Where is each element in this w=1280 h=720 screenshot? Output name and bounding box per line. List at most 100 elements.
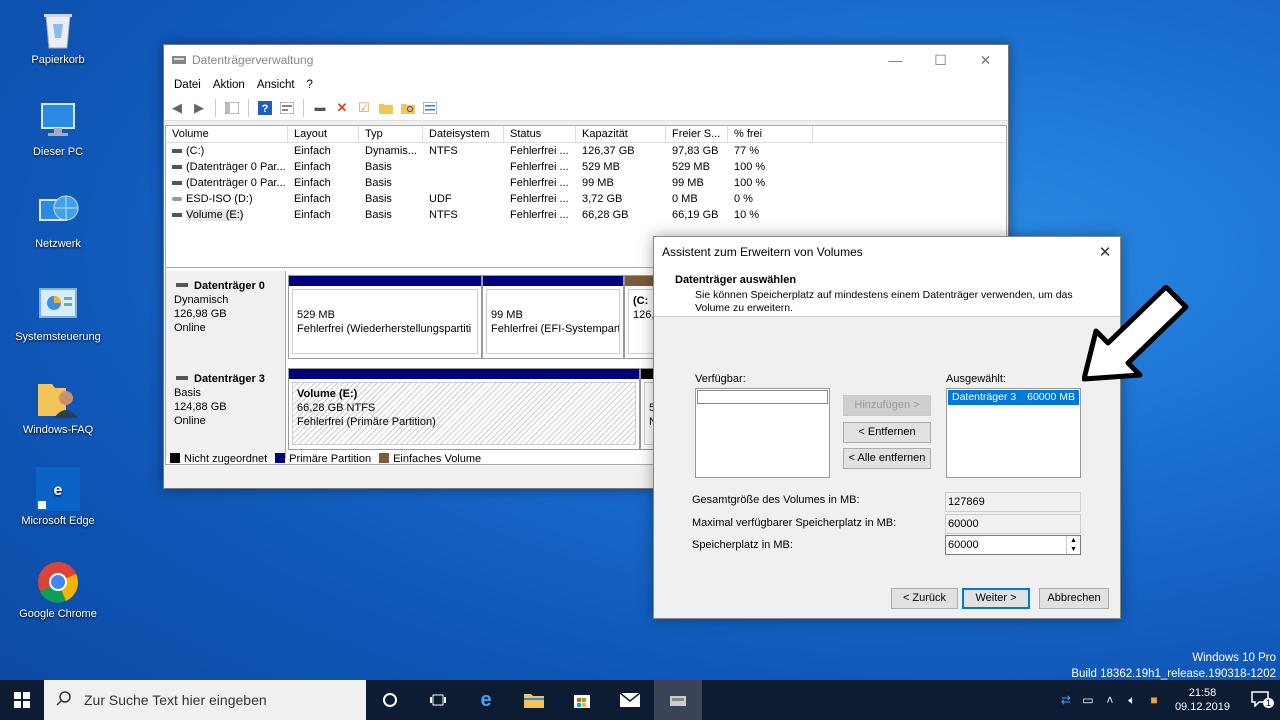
minimize-icon[interactable]: —: [873, 45, 918, 75]
cell-free-space: 529 MB: [672, 161, 710, 173]
file-explorer-icon[interactable]: [510, 680, 558, 720]
desktop-icon-windows-faq[interactable]: Windows-FAQ: [8, 376, 108, 437]
cell-percent-free: 10 %: [734, 209, 760, 221]
menu-datei[interactable]: Datei: [168, 79, 207, 91]
available-label: Verfügbar:: [695, 373, 746, 385]
back-button[interactable]: < Zurück: [891, 588, 958, 609]
dialog-title: Assistent zum Erweitern von Volumes: [662, 245, 863, 259]
column-header-status[interactable]: Status: [504, 126, 576, 142]
help-icon[interactable]: ?: [256, 99, 274, 117]
check-icon[interactable]: ☑: [355, 99, 373, 117]
table-row[interactable]: (C:) Einfach Dynamis... NTFS Fehlerfrei …: [166, 143, 1006, 159]
column-header-free-space[interactable]: Freier S...: [666, 126, 728, 142]
delete-icon[interactable]: ✕: [333, 99, 351, 117]
menu-help[interactable]: ?: [301, 79, 319, 91]
space-input[interactable]: 60000: [948, 539, 979, 551]
column-header-volume[interactable]: Volume: [166, 126, 288, 142]
available-list-item-focus[interactable]: [697, 390, 828, 404]
desktop-icon-this-pc[interactable]: Dieser PC: [8, 98, 108, 159]
partition-block[interactable]: 99 MB Fehlerfrei (EFI-Systempart: [482, 275, 624, 359]
space-spinner[interactable]: 60000 ▲ ▼: [945, 535, 1081, 555]
desktop-icon-label: Microsoft Edge: [21, 515, 95, 527]
column-header-capacity[interactable]: Kapazität: [576, 126, 666, 142]
desktop-icon-chrome[interactable]: Google Chrome: [8, 560, 108, 621]
teamviewer-icon[interactable]: ⇄: [1055, 693, 1077, 707]
column-header-layout[interactable]: Layout: [288, 126, 359, 142]
partition-block[interactable]: Volume (E:) 66,28 GB NTFS Fehlerfrei (Pr…: [288, 368, 640, 450]
spinner-arrows: ▲ ▼: [1066, 536, 1080, 554]
forward-icon[interactable]: ▶: [190, 99, 208, 117]
table-row[interactable]: ESD-ISO (D:) Einfach Basis UDF Fehlerfre…: [166, 191, 1006, 207]
action-center-icon[interactable]: 1: [1240, 690, 1280, 710]
show-hide-console-tree-icon[interactable]: [223, 99, 241, 117]
close-icon[interactable]: ✕: [963, 45, 1008, 75]
connect-icon[interactable]: ▬: [311, 99, 329, 117]
desktop-icon-label: Systemsteuerung: [15, 331, 101, 343]
partition-body: Volume (E:) 66,28 GB NTFS Fehlerfrei (Pr…: [292, 382, 636, 445]
store-icon[interactable]: [558, 680, 606, 720]
properties-icon[interactable]: [278, 99, 296, 117]
disk-size: 126,98 GB: [174, 308, 227, 320]
cell-filesystem: UDF: [429, 193, 452, 205]
selected-label: Ausgewählt:: [946, 373, 1006, 385]
extend-volume-wizard: Assistent zum Erweitern von Volumes ✕ Da…: [653, 236, 1121, 619]
table-row[interactable]: (Datenträger 0 Par... Einfach Basis Fehl…: [166, 175, 1006, 191]
edge-taskbar-icon[interactable]: e: [462, 680, 510, 720]
dialog-titlebar[interactable]: Assistent zum Erweitern von Volumes ✕: [654, 237, 1120, 267]
pointer-arrow-icon: [1081, 284, 1192, 388]
partition-line1: 66,28 GB NTFS: [297, 402, 376, 414]
taskbar-search[interactable]: Zur Suche Text hier eingeben: [44, 680, 366, 720]
start-button[interactable]: [0, 680, 44, 720]
remove-button[interactable]: < Entfernen: [843, 422, 931, 443]
partition-block[interactable]: 529 MB Fehlerfrei (Wiederherstellungspar…: [288, 275, 482, 359]
desktop-icon-network[interactable]: Netzwerk: [8, 190, 108, 251]
cortana-icon[interactable]: [366, 680, 414, 720]
add-button[interactable]: Hinzufügen >: [843, 395, 931, 416]
disk-label[interactable]: Datenträger 0 Dynamisch 126,98 GB Online: [166, 271, 286, 365]
disk-management-taskbar-icon[interactable]: [654, 680, 702, 720]
show-hidden-icons-icon[interactable]: ˄: [1099, 693, 1121, 707]
recycle-bin-icon: [36, 6, 80, 50]
column-header-filesystem[interactable]: Dateisystem: [423, 126, 504, 142]
column-header-percent-free[interactable]: % frei: [728, 126, 813, 142]
system-clock[interactable]: 21:58 09.12.2019: [1165, 686, 1240, 714]
disk-label[interactable]: Datenträger 3 Basis 124,88 GB Online: [166, 364, 286, 458]
column-header-type[interactable]: Typ: [359, 126, 423, 142]
spinner-up-icon[interactable]: ▲: [1067, 536, 1080, 545]
next-button[interactable]: Weiter >: [962, 588, 1030, 609]
drive-icon: [172, 165, 182, 170]
desktop-icon-label: Papierkorb: [31, 54, 85, 66]
partition-legend: Nicht zugeordnet Primäre Partition Einfa…: [170, 452, 481, 466]
cancel-button[interactable]: Abbrechen: [1039, 588, 1109, 609]
desktop-icon-control-panel[interactable]: Systemsteuerung: [8, 283, 108, 344]
spinner-down-icon[interactable]: ▼: [1067, 545, 1080, 554]
notification-count: 1: [1262, 697, 1274, 708]
menu-ansicht[interactable]: Ansicht: [251, 79, 301, 91]
desktop-icon-edge[interactable]: e Microsoft Edge: [8, 467, 108, 528]
desktop-icon-recycle-bin[interactable]: Papierkorb: [8, 6, 108, 67]
edge-icon: e: [36, 467, 80, 511]
mail-icon[interactable]: [606, 680, 654, 720]
partition-title: (C:: [633, 295, 649, 307]
window-titlebar[interactable]: Datenträgerverwaltung — ☐ ✕: [164, 45, 1008, 75]
security-icon[interactable]: ■: [1143, 693, 1165, 707]
menu-aktion[interactable]: Aktion: [207, 79, 251, 91]
available-disks-list[interactable]: [695, 388, 830, 478]
maximize-icon[interactable]: ☐: [918, 45, 963, 75]
open-folder-icon[interactable]: [377, 99, 395, 117]
settings-list-icon[interactable]: [421, 99, 439, 117]
remove-all-button[interactable]: < Alle entfernen: [843, 448, 931, 469]
selected-disks-list[interactable]: Datenträger 3 60000 MB: [946, 388, 1081, 478]
cell-layout: Einfach: [294, 209, 331, 221]
close-icon[interactable]: ✕: [1090, 243, 1120, 261]
task-view-icon[interactable]: [414, 680, 462, 720]
network-tray-icon[interactable]: ▭: [1077, 693, 1099, 707]
search-folder-icon[interactable]: [399, 99, 417, 117]
partition-line1: 126,3: [633, 309, 660, 321]
back-icon[interactable]: ◀: [168, 99, 186, 117]
table-row[interactable]: (Datenträger 0 Par... Einfach Basis Fehl…: [166, 159, 1006, 175]
selected-disk-size: 60000 MB: [1027, 391, 1075, 403]
volume-icon[interactable]: 🔈︎: [1121, 693, 1143, 708]
table-row[interactable]: Volume (E:) Einfach Basis NTFS Fehlerfre…: [166, 207, 1006, 223]
selected-list-item[interactable]: Datenträger 3 60000 MB: [948, 390, 1079, 405]
